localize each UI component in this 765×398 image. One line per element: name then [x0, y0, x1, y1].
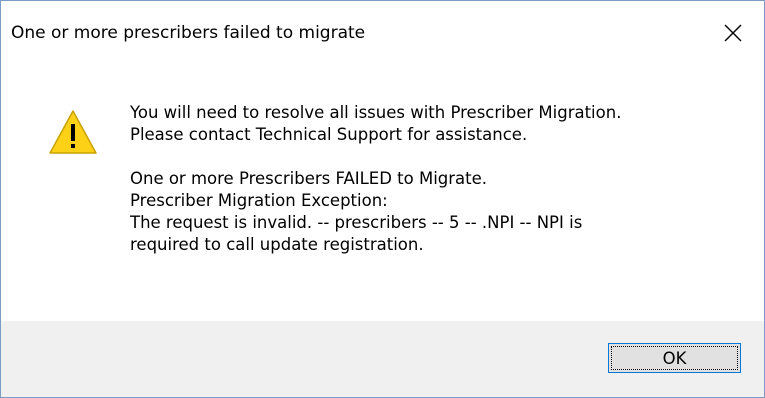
dialog-content: You will need to resolve all issues with…: [1, 65, 764, 321]
ok-button[interactable]: OK: [608, 343, 741, 373]
message-line: required to call update registration.: [130, 235, 424, 254]
message-dialog: One or more prescribers failed to migrat…: [0, 0, 765, 398]
message-line: Please contact Technical Support for ass…: [130, 125, 528, 144]
close-icon: [724, 24, 742, 42]
message-text: You will need to resolve all issues with…: [130, 102, 750, 256]
message-line: Prescriber Migration Exception:: [130, 191, 388, 210]
message-line: The request is invalid. -- prescribers -…: [130, 213, 583, 232]
button-bar: OK: [1, 321, 764, 397]
ok-button-label: OK: [662, 348, 687, 368]
message-line: You will need to resolve all issues with…: [130, 103, 622, 122]
message-line: One or more Prescribers FAILED to Migrat…: [130, 169, 488, 188]
dialog-title: One or more prescribers failed to migrat…: [11, 23, 366, 43]
warning-icon: [49, 110, 97, 154]
title-bar: One or more prescribers failed to migrat…: [1, 1, 764, 65]
close-button[interactable]: [702, 1, 764, 65]
